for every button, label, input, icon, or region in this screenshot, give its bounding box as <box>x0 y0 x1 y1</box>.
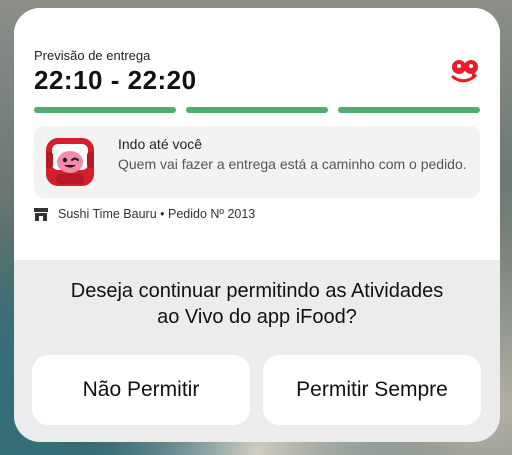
permission-message-line: Deseja continuar permitindo as Atividade… <box>70 280 444 302</box>
live-activity-card[interactable]: Previsão de entrega 22:10 - 22:20 Indo a… <box>14 8 500 260</box>
permission-message-line: ao Vivo do app iFood? <box>157 306 357 328</box>
order-info-row: Sushi Time Bauru • Pedido Nº 2013 <box>34 207 255 221</box>
permission-message: Deseja continuar permitindo as Atividade… <box>14 278 500 330</box>
allow-always-button[interactable]: Permitir Sempre <box>263 355 481 425</box>
delivery-status-card: Indo até você Quem vai fazer a entrega e… <box>34 126 480 198</box>
deny-button[interactable]: Não Permitir <box>32 355 250 425</box>
progress-step <box>186 107 328 113</box>
status-description: Quem vai fazer a entrega está a caminho … <box>118 156 467 172</box>
eta-time: 22:10 - 22:20 <box>34 65 197 95</box>
store-icon <box>34 207 48 221</box>
ifood-logo-icon <box>451 60 478 83</box>
progress-step <box>338 107 480 113</box>
progress-step <box>34 107 176 113</box>
live-activity-alert: Previsão de entrega 22:10 - 22:20 Indo a… <box>14 8 500 442</box>
eta-label: Previsão de entrega <box>34 48 151 63</box>
delivery-progress-bar <box>34 107 480 113</box>
order-info-text: Sushi Time Bauru • Pedido Nº 2013 <box>58 207 256 221</box>
status-title: Indo até você <box>118 136 203 152</box>
courier-avatar-icon <box>46 138 94 186</box>
